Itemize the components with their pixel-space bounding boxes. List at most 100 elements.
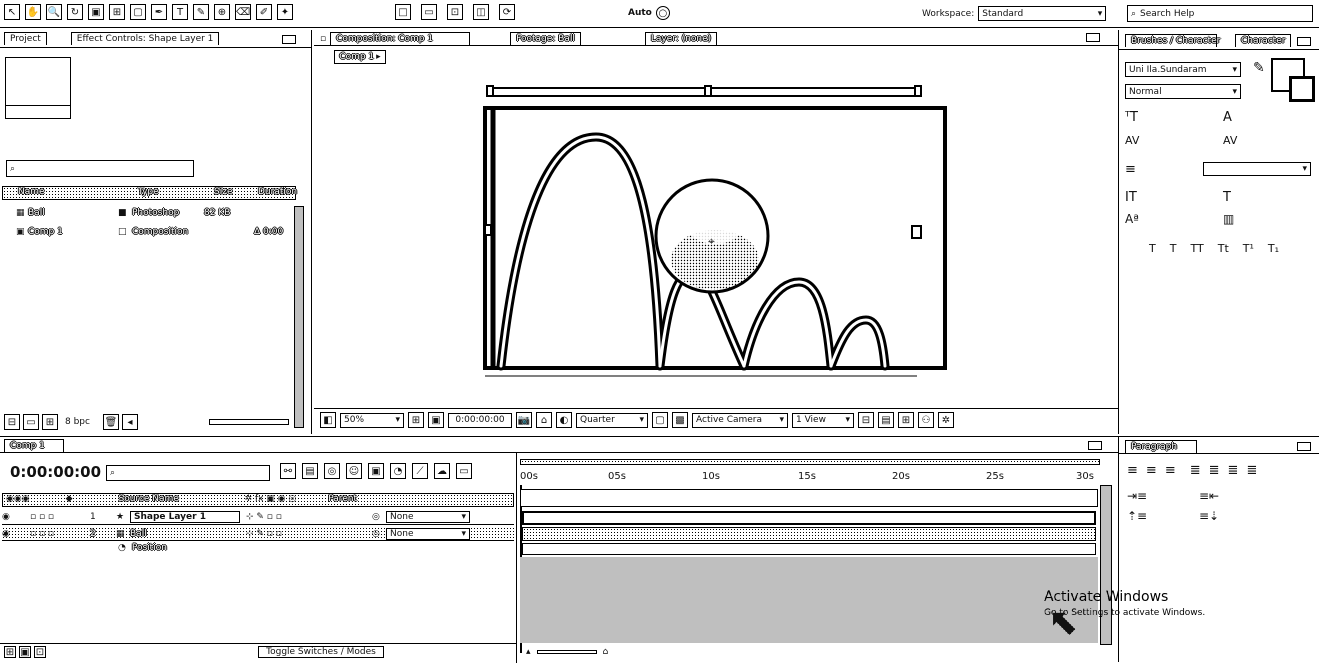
column-type[interactable]: Type [138,187,214,197]
faux-italic-icon[interactable]: T [1170,242,1177,255]
view-axis-icon[interactable]: ◫ [473,4,489,20]
pan-behind-tool-icon[interactable]: ⊞ [109,4,125,20]
stroke-color-icon[interactable]: ▭ [421,4,437,20]
tab-timeline[interactable]: Comp 1 [4,439,64,452]
scroll-left-icon[interactable]: ◂ [121,414,138,430]
parent-dropdown[interactable]: None ▾ [386,527,470,540]
transparency-grid-icon[interactable]: ▩ [672,412,688,428]
stroke-type-dropdown[interactable]: ▾ [1203,162,1311,176]
brainstorm-icon[interactable]: ☁ [434,463,450,479]
all-caps-icon[interactable]: TT [1190,242,1203,255]
toggle-pixel-aspect-icon[interactable]: ⊟ [858,412,874,428]
layer-row[interactable]: ◉ ▫ ▫ ▫ 2 ▦ Ball ⊹ ✎ ▫ ▫ ◎ None ▾ [2,527,514,541]
toggle-switches-modes-button[interactable]: Toggle Switches / Modes [258,646,384,658]
font-family-dropdown[interactable]: Uni Ila.Sundaram ▾ [1125,62,1241,77]
bpc-label[interactable]: 8 bpc [65,417,90,427]
fast-previews-icon[interactable]: ▤ [878,412,894,428]
justify-right-icon[interactable]: ≣ [1228,463,1239,478]
hide-shy-icon[interactable]: ☺ [346,463,362,479]
indent-right-icon[interactable]: ≡⇤ [1199,489,1219,503]
workspace-dropdown[interactable]: Standard ▾ [978,6,1107,21]
trash-icon[interactable]: 🗑 [102,414,119,430]
pen-tool-icon[interactable]: ✒ [151,4,167,20]
subscript-icon[interactable]: T₁ [1268,242,1279,255]
snapshot-icon[interactable]: 📷 [516,412,532,428]
eyedropper-icon[interactable]: ✎ [1253,60,1265,76]
region-of-interest-icon[interactable]: ▢ [652,412,668,428]
tracking-icon[interactable]: AV [1223,134,1237,147]
layer-duration-bar[interactable] [522,527,1096,541]
text-tool-icon[interactable]: T [172,4,188,20]
project-item[interactable]: ▦ Ball ■ Photoshop 82 KB [16,206,296,220]
visibility-icon[interactable]: ◉ [2,512,30,522]
timeline-icon[interactable]: ⊞ [898,412,914,428]
tab-brushes[interactable]: Brushes / Character [1125,34,1220,47]
work-area-bar[interactable] [520,459,1100,465]
grid-icon[interactable]: ⊞ [408,412,424,428]
brush-tool-icon[interactable]: ✎ [193,4,209,20]
superscript-icon[interactable]: T¹ [1243,242,1254,255]
stroke-swatch[interactable] [1289,76,1315,102]
camera-tool-icon[interactable]: ▣ [88,4,104,20]
stopwatch-icon[interactable]: ◔ [118,543,126,553]
panel-menu-icon[interactable] [1297,442,1311,451]
lock-icon[interactable]: ▫ [320,34,326,44]
column-name[interactable]: Name [18,187,118,197]
frame-blending-icon[interactable]: ▣ [368,463,384,479]
mini-flowchart-icon[interactable]: ⚯ [280,463,296,479]
font-style-dropdown[interactable]: Normal ▾ [1125,84,1241,99]
view-layout-dropdown[interactable]: 1 View ▾ [792,412,854,428]
baseline-shift-icon[interactable]: Aª [1125,212,1139,226]
rotate-tool-icon[interactable]: ↻ [67,4,83,20]
small-caps-icon[interactable]: Tt [1218,242,1229,255]
snapping-icon[interactable]: ⊡ [447,4,463,20]
new-folder-icon[interactable]: ▭ [23,414,39,430]
mask-visibility-icon[interactable]: ▣ [428,412,444,428]
indent-left-icon[interactable]: ⇥≡ [1127,489,1147,503]
fill-color-icon[interactable]: □ [395,4,411,20]
zoom-in-icon[interactable]: ⌂ [603,647,609,657]
panel-menu-icon[interactable] [1086,33,1100,42]
tab-project[interactable]: Project [4,32,47,45]
layer-row[interactable]: ◉ ▫ ▫ ▫ 1 ★ Shape Layer 1 ⊹ ✎ ▫ ▫ ◎ None… [2,510,514,525]
justify-all-icon[interactable]: ≣ [1246,463,1257,478]
column-duration[interactable]: Duration [258,187,308,197]
layer-switches-icon[interactable]: ⊞ [4,646,16,658]
transfer-controls-icon[interactable]: ▣ [19,646,31,658]
auto-icon[interactable]: ○ [655,6,670,20]
kerning-icon[interactable]: AV [1125,134,1139,147]
show-snapshot-icon[interactable]: ⌂ [536,412,552,428]
panel-menu-icon[interactable] [282,35,296,44]
align-center-icon[interactable]: ≡ [1146,463,1157,478]
lock-icon[interactable]: ▫ ▫ ▫ [30,512,90,522]
puppet-pin-tool-icon[interactable]: ✦ [277,4,293,20]
tab-paragraph[interactable]: Paragraph [1125,440,1197,453]
layer-duration-bar[interactable] [522,511,1096,525]
horizontal-scale-icon[interactable]: T [1223,190,1231,205]
rectangle-tool-icon[interactable]: ▢ [130,4,146,20]
stroke-width-icon[interactable]: ≡ [1125,162,1136,177]
draft-3d-icon[interactable]: ◎ [324,463,340,479]
justify-left-icon[interactable]: ≣ [1190,463,1201,478]
lock-icon[interactable]: ▫ ▫ ▫ [30,529,90,539]
eraser-tool-icon[interactable]: ⌫ [235,4,251,20]
tab-footage[interactable]: Footage: Ball [510,32,581,45]
clone-stamp-tool-icon[interactable]: ⊕ [214,4,230,20]
camera-dropdown[interactable]: Active Camera ▾ [692,412,788,428]
property-row[interactable]: ◔ Position [118,543,268,553]
in-out-icon[interactable]: ⊡ [34,646,46,658]
zoom-out-icon[interactable]: ▴ [526,647,531,657]
breadcrumb[interactable]: Comp 1 ▸ [334,50,386,64]
ball-layer[interactable]: ⌖ [654,178,770,294]
flowchart-icon[interactable]: ⚇ [918,412,934,428]
roto-brush-tool-icon[interactable]: ✐ [256,4,272,20]
leading-icon[interactable]: A [1223,110,1232,125]
tsume-icon[interactable]: ▥ [1223,212,1234,226]
column-size[interactable]: Size [214,187,258,197]
faux-bold-icon[interactable]: T [1149,242,1156,255]
resolution-dropdown[interactable]: Quarter ▾ [576,412,648,428]
comment-icon[interactable]: ▭ [456,463,472,479]
interpret-footage-icon[interactable]: ⊟ [4,414,20,430]
always-preview-icon[interactable]: ◧ [320,412,336,428]
project-scrollbar[interactable] [294,206,304,428]
